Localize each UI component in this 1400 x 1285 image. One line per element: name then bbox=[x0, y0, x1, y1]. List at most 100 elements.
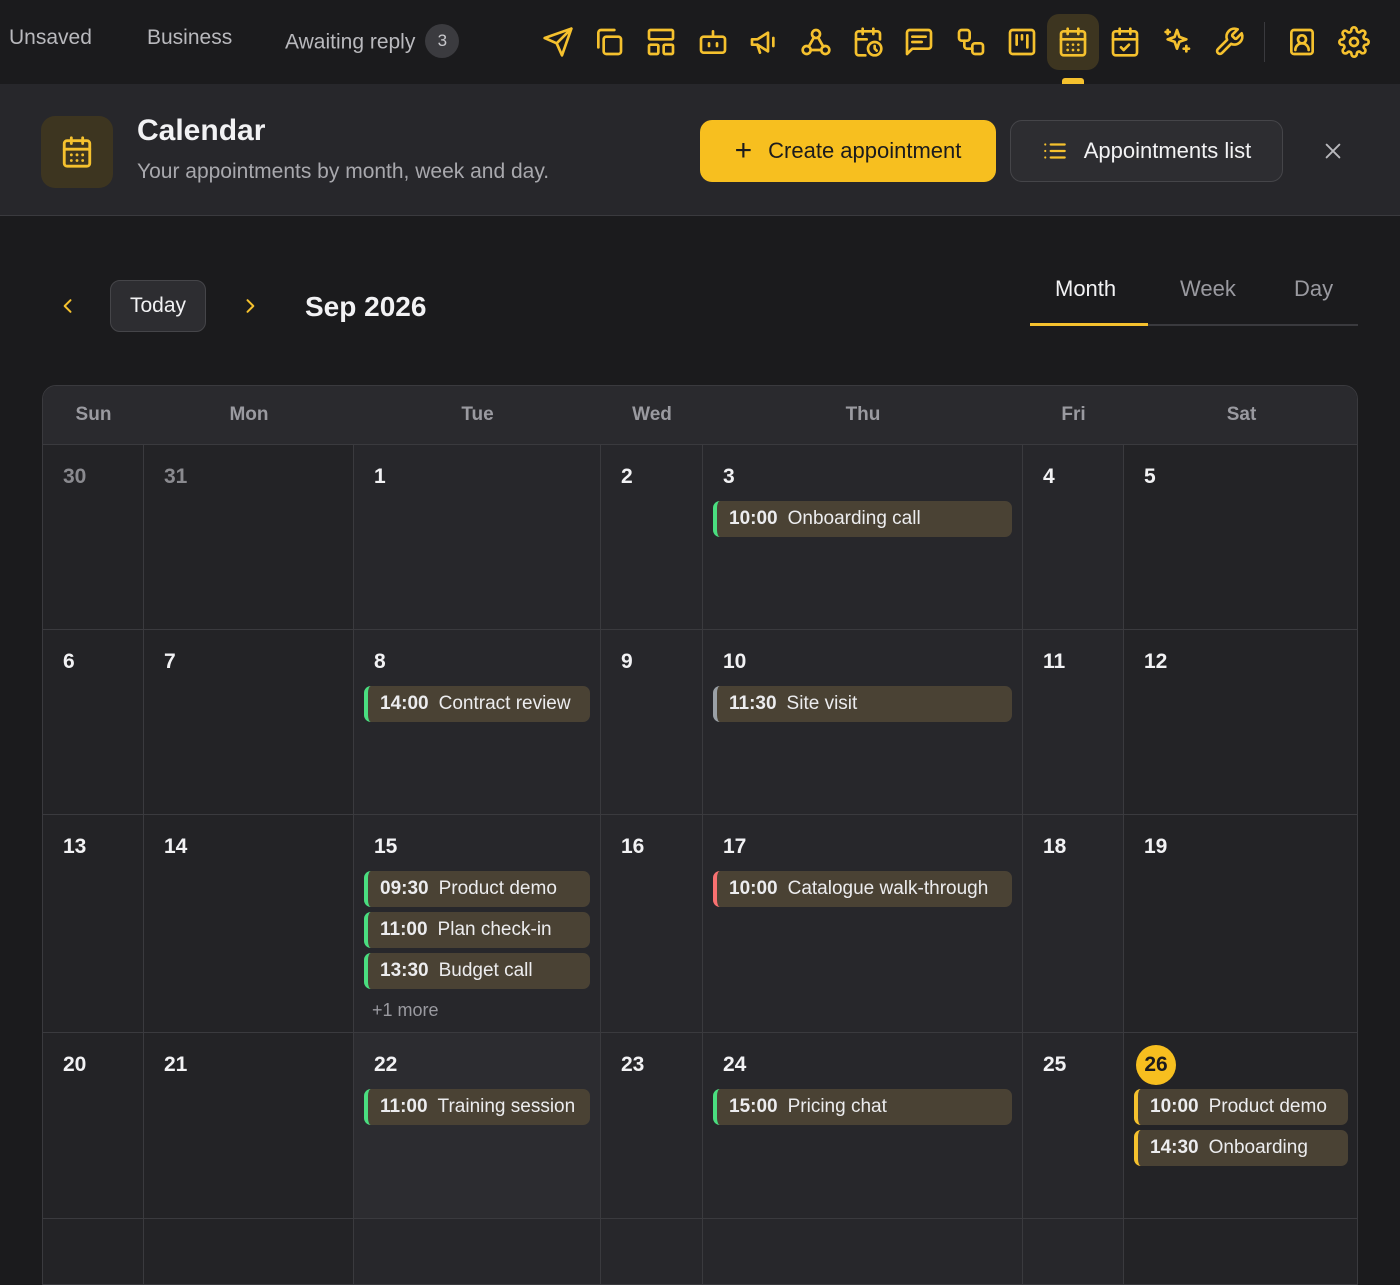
day-cell[interactable]: 2 bbox=[601, 444, 703, 629]
awaiting-count-badge: 3 bbox=[425, 24, 460, 58]
day-cell[interactable] bbox=[43, 1218, 144, 1284]
day-cell[interactable]: 3 10:00 Onboarding call bbox=[703, 444, 1023, 629]
weekday-header-tue: Tue bbox=[354, 386, 601, 444]
day-number: 8 bbox=[374, 650, 386, 673]
day-cell[interactable]: 12 bbox=[1124, 629, 1357, 814]
day-cell[interactable] bbox=[601, 1218, 703, 1284]
day-cell[interactable]: 10 11:30 Site visit bbox=[703, 629, 1023, 814]
appointment-chip[interactable]: 09:30 Product demo bbox=[364, 871, 590, 907]
day-cell[interactable]: 26 10:00 Product demo 14:30 Onboarding bbox=[1124, 1032, 1357, 1218]
day-cell[interactable] bbox=[144, 1218, 354, 1284]
calendar-icon[interactable] bbox=[1047, 14, 1099, 70]
tab-day[interactable]: Day bbox=[1294, 276, 1333, 302]
appointment-chip[interactable]: 11:00 Training session bbox=[364, 1089, 590, 1125]
day-cell[interactable]: 19 bbox=[1124, 814, 1357, 1032]
webhook-icon[interactable] bbox=[790, 14, 842, 70]
day-cell[interactable]: 4 bbox=[1023, 444, 1124, 629]
day-cell[interactable]: 22 11:00 Training session bbox=[354, 1032, 601, 1218]
weekday-header-mon: Mon bbox=[144, 386, 354, 444]
day-cell[interactable]: 13 bbox=[43, 814, 144, 1032]
day-number: 31 bbox=[164, 465, 188, 488]
appointment-chip[interactable]: 14:00 Contract review bbox=[364, 686, 590, 722]
weekday-header-wed: Wed bbox=[601, 386, 703, 444]
tab-business[interactable]: Business bbox=[147, 26, 232, 50]
day-cell[interactable]: 8 14:00 Contract review bbox=[354, 629, 601, 814]
sparkles-icon[interactable] bbox=[1151, 14, 1203, 70]
day-cell[interactable]: 11 bbox=[1023, 629, 1124, 814]
day-cell[interactable]: 20 bbox=[43, 1032, 144, 1218]
day-cell[interactable]: 6 bbox=[43, 629, 144, 814]
day-cell[interactable] bbox=[703, 1218, 1023, 1284]
appointment-chip[interactable]: 11:00 Plan check-in bbox=[364, 912, 590, 948]
contact-icon[interactable] bbox=[1276, 14, 1328, 70]
day-cell[interactable] bbox=[354, 1218, 601, 1284]
tab-awaiting-reply[interactable]: Awaiting reply 3 bbox=[285, 24, 460, 60]
appointment-time: 11:30 bbox=[729, 693, 777, 714]
day-cell[interactable]: 24 15:00 Pricing chat bbox=[703, 1032, 1023, 1218]
view-switcher: Month Week Day bbox=[1030, 262, 1358, 326]
more-appointments-link[interactable]: +1 more bbox=[372, 1000, 439, 1021]
today-day-number: 26 bbox=[1136, 1045, 1176, 1085]
day-cell[interactable]: 18 bbox=[1023, 814, 1124, 1032]
appointment-chip[interactable]: 11:30 Site visit bbox=[713, 686, 1012, 722]
message-icon[interactable] bbox=[893, 14, 945, 70]
workflow-icon[interactable] bbox=[945, 14, 997, 70]
bot-icon[interactable] bbox=[687, 14, 739, 70]
settings-icon[interactable] bbox=[1328, 14, 1380, 70]
day-number: 7 bbox=[164, 650, 176, 673]
appointment-title: Onboarding call bbox=[787, 508, 921, 529]
list-icon bbox=[1043, 143, 1066, 159]
day-number: 11 bbox=[1043, 650, 1066, 673]
appointment-chip[interactable]: 13:30 Budget call bbox=[364, 953, 590, 989]
appointment-chip[interactable]: 10:00 Product demo bbox=[1134, 1089, 1348, 1125]
appointment-chip[interactable]: 14:30 Onboarding bbox=[1134, 1130, 1348, 1166]
day-cell[interactable]: 17 10:00 Catalogue walk-through bbox=[703, 814, 1023, 1032]
day-cell[interactable]: 23 bbox=[601, 1032, 703, 1218]
chevron-left-icon bbox=[63, 299, 72, 313]
tab-week[interactable]: Week bbox=[1180, 276, 1236, 302]
day-cell[interactable]: 15 09:30 Product demo 11:00 Plan check-in 13:… bbox=[354, 814, 601, 1032]
day-cell[interactable]: 9 bbox=[601, 629, 703, 814]
wrench-icon[interactable] bbox=[1203, 14, 1255, 70]
send-icon[interactable] bbox=[532, 14, 584, 70]
day-cell[interactable]: 5 bbox=[1124, 444, 1357, 629]
calendar-check-icon[interactable] bbox=[1099, 14, 1151, 70]
day-cell[interactable]: 16 bbox=[601, 814, 703, 1032]
tab-unsaved[interactable]: Unsaved bbox=[9, 26, 92, 50]
day-cell[interactable]: 30 bbox=[43, 444, 144, 629]
appointment-title: Plan check-in bbox=[437, 919, 552, 940]
day-cell[interactable]: 21 bbox=[144, 1032, 354, 1218]
appointment-chip[interactable]: 15:00 Pricing chat bbox=[713, 1089, 1012, 1125]
appointment-time: 09:30 bbox=[380, 878, 429, 899]
megaphone-icon[interactable] bbox=[738, 14, 790, 70]
day-cell[interactable]: 1 bbox=[354, 444, 601, 629]
layout-icon[interactable] bbox=[635, 14, 687, 70]
tab-awaiting-reply-label: Awaiting reply bbox=[285, 30, 416, 54]
top-bar: Unsaved Business Awaiting reply 3 bbox=[0, 0, 1400, 84]
day-cell[interactable]: 31 bbox=[144, 444, 354, 629]
appointment-title: Product demo bbox=[438, 878, 557, 899]
appointment-chip[interactable]: 10:00 Onboarding call bbox=[713, 501, 1012, 537]
day-cell[interactable] bbox=[1124, 1218, 1357, 1284]
close-button[interactable] bbox=[1314, 132, 1352, 170]
day-cell[interactable]: 14 bbox=[144, 814, 354, 1032]
appointment-chip[interactable]: 10:00 Catalogue walk-through bbox=[713, 871, 1012, 907]
today-button[interactable]: Today bbox=[110, 280, 206, 332]
copy-icon[interactable] bbox=[583, 14, 635, 70]
day-number: 21 bbox=[164, 1053, 188, 1076]
create-appointment-button[interactable]: + Create appointment bbox=[700, 120, 996, 182]
previous-month-button[interactable] bbox=[50, 288, 86, 324]
calendar-clock-icon[interactable] bbox=[842, 14, 894, 70]
close-icon bbox=[1325, 143, 1341, 159]
day-cell[interactable] bbox=[1023, 1218, 1124, 1284]
tab-month[interactable]: Month bbox=[1055, 276, 1116, 302]
day-cell[interactable]: 25 bbox=[1023, 1032, 1124, 1218]
day-number: 4 bbox=[1043, 465, 1055, 488]
appointment-time: 10:00 bbox=[729, 878, 778, 899]
appointment-title: Catalogue walk-through bbox=[787, 878, 989, 899]
appointments-list-button[interactable]: Appointments list bbox=[1010, 120, 1283, 182]
month-grid: Sun Mon Tue Wed Thu Fri Sat 30 31 1 2 3 10:00 Onboard… bbox=[42, 385, 1358, 1285]
day-cell[interactable]: 7 bbox=[144, 629, 354, 814]
next-month-button[interactable] bbox=[232, 288, 268, 324]
kanban-icon[interactable] bbox=[996, 14, 1048, 70]
